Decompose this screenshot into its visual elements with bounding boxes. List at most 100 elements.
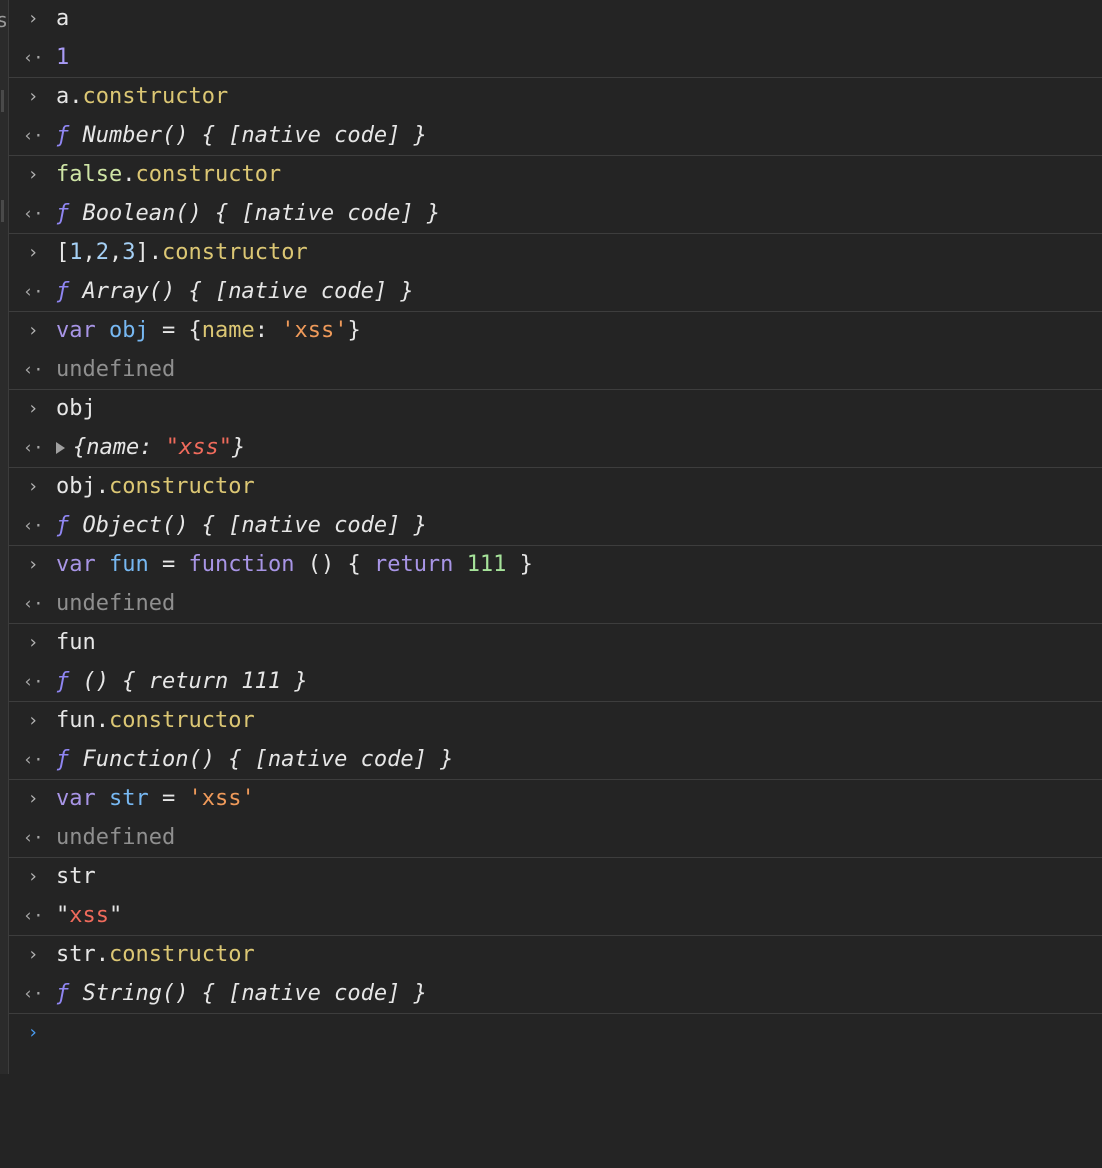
output-value: 1	[56, 44, 70, 70]
input-bracket: ]	[135, 240, 149, 265]
object-colon: :	[139, 434, 166, 460]
console-output-row: ‹· undefined	[9, 351, 1102, 390]
input-prompt-icon: ›	[27, 632, 39, 653]
input-key: name	[201, 318, 255, 343]
input-dot: .	[69, 84, 83, 109]
console-entry: › false.constructor ‹· ƒ Boolean() { [na…	[9, 156, 1102, 234]
console-entry: › [1,2,3].constructor ‹· ƒ Array() { [na…	[9, 234, 1102, 312]
object-quote: "	[165, 434, 179, 460]
output-prompt-icon: ‹·	[23, 515, 44, 536]
output-prompt-icon: ‹·	[23, 437, 44, 458]
function-symbol-icon: ƒ	[56, 278, 70, 304]
console-output-row: ‹· ƒ Boolean() { [native code] }	[9, 195, 1102, 234]
output-function[interactable]: Number() { [native code] }	[69, 123, 426, 148]
function-symbol-icon: ƒ	[56, 122, 70, 148]
input-prompt-icon: ›	[27, 398, 39, 419]
output-undefined: undefined	[56, 356, 176, 382]
input-string: 'xss'	[281, 318, 348, 343]
console-input-row[interactable]: › false.constructor	[9, 156, 1102, 195]
console-input-row[interactable]: › fun	[9, 624, 1102, 663]
console-output-row: ‹· ƒ String() { [native code] }	[9, 975, 1102, 1014]
console-input-row[interactable]: › var str = 'xss'	[9, 780, 1102, 819]
console-entry: › a ‹· 1	[9, 0, 1102, 78]
input-colon: :	[254, 318, 282, 343]
console-entry: › var fun = function () { return 111 } ‹…	[9, 546, 1102, 624]
input-text: fun	[56, 630, 96, 655]
sidebar-edge-label: s	[0, 8, 9, 32]
input-dot: .	[122, 162, 136, 187]
console-input-row[interactable]: › fun.constructor	[9, 702, 1102, 741]
input-number: 111	[466, 552, 507, 577]
input-property: constructor	[109, 474, 255, 499]
input-prompt-icon: ›	[27, 710, 39, 731]
console-entry: › a.constructor ‹· ƒ Number() { [native …	[9, 78, 1102, 156]
sidebar-edge-marker	[1, 200, 4, 222]
input-prompt-icon: ›	[27, 788, 39, 809]
object-string-value: xss	[178, 434, 219, 460]
input-variable: str	[109, 786, 149, 811]
output-prompt-icon: ‹·	[23, 359, 44, 380]
input-operator: =	[148, 318, 189, 343]
output-function[interactable]: Boolean() { [native code] }	[69, 201, 440, 226]
console-input-row[interactable]: › str.constructor	[9, 936, 1102, 975]
output-prompt-icon: ‹·	[23, 47, 44, 68]
object-preview[interactable]: {name: "xss"}	[56, 429, 245, 468]
output-function[interactable]: String() { [native code] }	[69, 981, 426, 1006]
input-punctuation: () {	[294, 552, 374, 577]
output-prompt-icon: ‹·	[23, 593, 44, 614]
console-output-row: ‹· ƒ Number() { [native code] }	[9, 117, 1102, 156]
input-brace: {	[188, 318, 202, 343]
console-entry: › str ‹· "xss"	[9, 858, 1102, 936]
console-input-row[interactable]: › obj.constructor	[9, 468, 1102, 507]
console-input-row[interactable]: › var obj = {name: 'xss'}	[9, 312, 1102, 351]
input-dot: .	[95, 708, 109, 733]
object-key: name	[86, 434, 140, 460]
console-entry: › var str = 'xss' ‹· undefined	[9, 780, 1102, 858]
console-entry: › obj.constructor ‹· ƒ Object() { [nativ…	[9, 468, 1102, 546]
output-function[interactable]: Object() { [native code] }	[69, 513, 426, 538]
console-entry: › fun ‹· ƒ () { return 111 }	[9, 624, 1102, 702]
input-keyword: var	[56, 318, 96, 343]
input-dot: .	[95, 942, 109, 967]
object-brace: }	[231, 434, 246, 460]
input-prompt-icon: ›	[27, 944, 39, 965]
console-input-row[interactable]: › a.constructor	[9, 78, 1102, 117]
output-prompt-icon: ‹·	[23, 905, 44, 926]
function-symbol-icon: ƒ	[56, 668, 70, 694]
object-brace: {	[73, 434, 87, 460]
output-undefined: undefined	[56, 590, 176, 616]
output-function[interactable]: Function() { [native code] }	[69, 747, 453, 772]
output-function[interactable]: Array() { [native code] }	[69, 279, 413, 304]
console-entry: › var obj = {name: 'xss'} ‹· undefined	[9, 312, 1102, 390]
function-symbol-icon: ƒ	[56, 980, 70, 1006]
console-output-row: ‹· ƒ Object() { [native code] }	[9, 507, 1102, 546]
expand-triangle-icon[interactable]	[56, 441, 65, 454]
console-output-row: ‹· 1	[9, 39, 1102, 78]
console-input-row[interactable]: › var fun = function () { return 111 }	[9, 546, 1102, 585]
console-output-row: ‹· ƒ () { return 111 }	[9, 663, 1102, 702]
input-property: constructor	[135, 162, 282, 187]
console-input-row[interactable]: › str	[9, 858, 1102, 897]
input-prompt-icon: ›	[27, 86, 39, 107]
console-log: › a ‹· 1 › a.constructor ‹· ƒ Number() {…	[9, 0, 1102, 1053]
output-string-value: xss	[69, 902, 109, 928]
input-property: constructor	[109, 708, 255, 733]
console-input-row[interactable]: › [1,2,3].constructor	[9, 234, 1102, 273]
input-text: a	[56, 6, 70, 31]
input-keyword: var	[56, 786, 96, 811]
console-output-row: ‹· undefined	[9, 585, 1102, 624]
active-prompt-icon: ›	[27, 1022, 39, 1043]
output-prompt-icon: ‹·	[23, 203, 44, 224]
output-function[interactable]: () { return 111 }	[69, 669, 307, 694]
input-comma: ,	[109, 240, 123, 265]
input-dot: .	[95, 474, 109, 499]
console-entry: › obj ‹· {name: "xss"}	[9, 390, 1102, 468]
output-undefined: undefined	[56, 824, 176, 850]
console-output-row: ‹· undefined	[9, 819, 1102, 858]
console-entry: › fun.constructor ‹· ƒ Function() { [nat…	[9, 702, 1102, 780]
console-output-row: ‹· ƒ Array() { [native code] }	[9, 273, 1102, 312]
input-brace: }	[347, 318, 361, 343]
console-input-row[interactable]: › obj	[9, 390, 1102, 429]
console-input-row[interactable]: › a	[9, 0, 1102, 39]
console-prompt-input[interactable]: ›	[9, 1014, 1102, 1053]
